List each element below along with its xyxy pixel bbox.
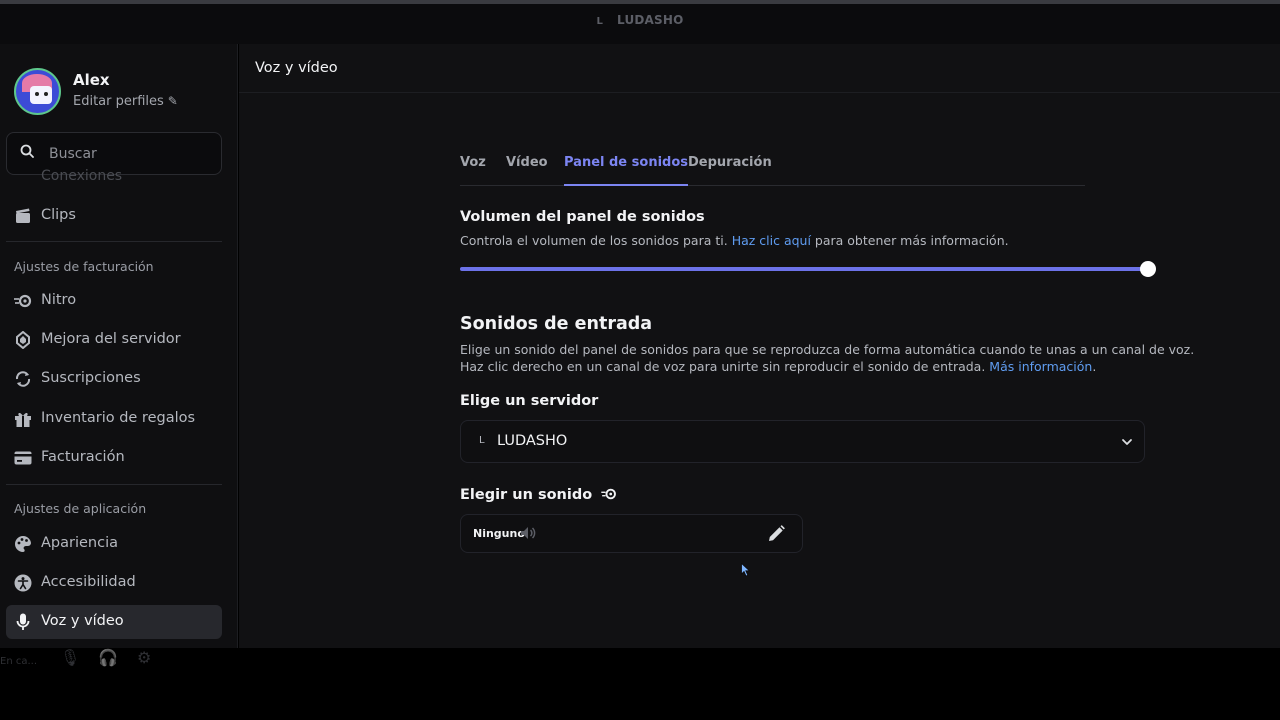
sound-select-value: Ninguno — [473, 527, 525, 540]
soundboard-volume-slider[interactable] — [460, 261, 1156, 277]
entrance-sounds-title: Sonidos de entrada — [460, 314, 653, 334]
boost-icon — [14, 331, 32, 349]
sound-select[interactable]: Ninguno — [460, 514, 803, 553]
entrance-desc-line2: Haz clic derecho en un canal de voz para… — [460, 358, 1194, 375]
entrance-desc-line1: Elige un sonido del panel de sonidos par… — [460, 342, 1195, 357]
divider — [6, 241, 222, 242]
app-section-title: Ajustes de aplicación — [14, 501, 147, 516]
page-title: Voz y vídeo — [255, 60, 338, 76]
entrance-desc-end: . — [1092, 359, 1097, 374]
sidebar-item-connections[interactable]: Conexiones — [41, 168, 122, 180]
server-name: LUDASHO — [617, 13, 684, 27]
sidebar-item-label: Accesibilidad — [41, 574, 136, 590]
sidebar-item-label: Suscripciones — [41, 370, 141, 386]
clips-icon — [14, 207, 32, 225]
search-placeholder: Buscar — [49, 146, 97, 162]
mouse-cursor-icon — [741, 563, 751, 577]
pencil-icon[interactable] — [766, 524, 786, 544]
tab-debug[interactable]: Depuración — [688, 155, 772, 186]
soundboard-volume-description: Controla el volumen de los sonidos para … — [460, 232, 1009, 249]
accessibility-icon — [14, 574, 32, 592]
sidebar-item-gift-inventory[interactable]: Inventario de regalos — [6, 402, 222, 436]
edit-profiles-link[interactable]: Editar perfiles ✎ — [73, 94, 178, 109]
slider-handle[interactable] — [1140, 261, 1156, 277]
volume-desc-text-end: para obtener más información. — [810, 233, 1009, 248]
settings-content: Voz y vídeo Voz Vídeo Panel de sonidos D… — [239, 44, 1280, 648]
sidebar-item-nitro[interactable]: Nitro — [6, 284, 222, 318]
server-select-initial: L — [479, 435, 485, 446]
user-profile[interactable]: Alex Editar perfiles ✎ — [14, 68, 224, 116]
settings-ghost-icon: ⚙ — [137, 648, 152, 667]
user-panel-ghost: En ca... 🎙 🎧 ⚙ — [0, 648, 1280, 720]
speaker-icon[interactable] — [519, 524, 537, 542]
server-title: L LUDASHO — [0, 13, 1280, 27]
choose-sound-text: Elegir un sonido — [460, 487, 593, 503]
click-here-link[interactable]: Haz clic aquí — [732, 233, 811, 248]
sidebar-item-label: Facturación — [41, 449, 125, 465]
title-bar: L LUDASHO — [0, 0, 1280, 44]
sidebar-item-label: Inventario de regalos — [41, 410, 196, 426]
chevron-down-icon — [1122, 439, 1132, 445]
tab-voice[interactable]: Voz — [460, 155, 486, 186]
microphone-icon — [14, 613, 32, 631]
settings-tabs: Voz Vídeo Panel de sonidos Depuración — [460, 151, 1085, 186]
headset-ghost-icon: 🎧 — [98, 648, 118, 667]
server-select-value: LUDASHO — [497, 433, 568, 449]
sidebar-item-label: Nitro — [41, 292, 77, 308]
more-info-link[interactable]: Más información — [989, 359, 1092, 374]
entrance-desc-text: Haz clic derecho en un canal de voz para… — [460, 359, 990, 374]
search-icon — [20, 144, 34, 158]
sidebar-item-appearance[interactable]: Apariencia — [6, 527, 222, 561]
credit-card-icon — [14, 449, 32, 467]
volume-desc-text: Controla el volumen de los sonidos para … — [460, 233, 732, 248]
mic-ghost-icon: 🎙 — [60, 648, 81, 667]
sidebar-item-label: Clips — [41, 207, 76, 223]
sidebar-item-voice-video[interactable]: Voz y vídeo — [6, 605, 222, 639]
pencil-icon: ✎ — [167, 94, 178, 108]
server-initial: L — [596, 16, 604, 27]
sidebar-item-billing[interactable]: Facturación — [6, 441, 222, 475]
sidebar-item-label: Mejora del servidor — [41, 331, 181, 347]
subscriptions-icon — [14, 370, 32, 388]
entrance-sounds-description: Elige un sonido del panel de sonidos par… — [460, 341, 1194, 375]
server-select[interactable]: L LUDASHO — [460, 420, 1145, 463]
avatar[interactable] — [14, 68, 61, 115]
sidebar-item-subscriptions[interactable]: Suscripciones — [6, 362, 222, 396]
billing-section-title: Ajustes de facturación — [14, 259, 154, 274]
nitro-icon — [14, 292, 32, 310]
sidebar-item-accessibility[interactable]: Accesibilidad — [6, 566, 222, 600]
nitro-icon — [601, 488, 617, 500]
user-name: Alex — [73, 71, 110, 89]
tab-video[interactable]: Vídeo — [506, 155, 548, 186]
content-header: Voz y vídeo — [239, 44, 1280, 93]
edit-profiles-label: Editar perfiles — [73, 94, 164, 109]
tab-soundboard[interactable]: Panel de sonidos — [564, 155, 689, 186]
choose-server-label: Elige un servidor — [460, 393, 599, 409]
choose-sound-label: Elegir un sonido — [460, 487, 617, 503]
palette-icon — [14, 535, 32, 553]
divider — [6, 484, 222, 485]
gift-icon — [14, 410, 32, 428]
status-ghost-text: En ca... — [0, 656, 37, 667]
sidebar-item-label: Apariencia — [41, 535, 118, 551]
soundboard-volume-title: Volumen del panel de sonidos — [460, 209, 705, 225]
sidebar-item-clips[interactable]: Clips — [6, 199, 222, 233]
sidebar-item-server-boost[interactable]: Mejora del servidor — [6, 323, 222, 357]
sidebar-item-label: Voz y vídeo — [41, 613, 124, 629]
settings-sidebar: Alex Editar perfiles ✎ Buscar Conexiones … — [0, 44, 238, 648]
